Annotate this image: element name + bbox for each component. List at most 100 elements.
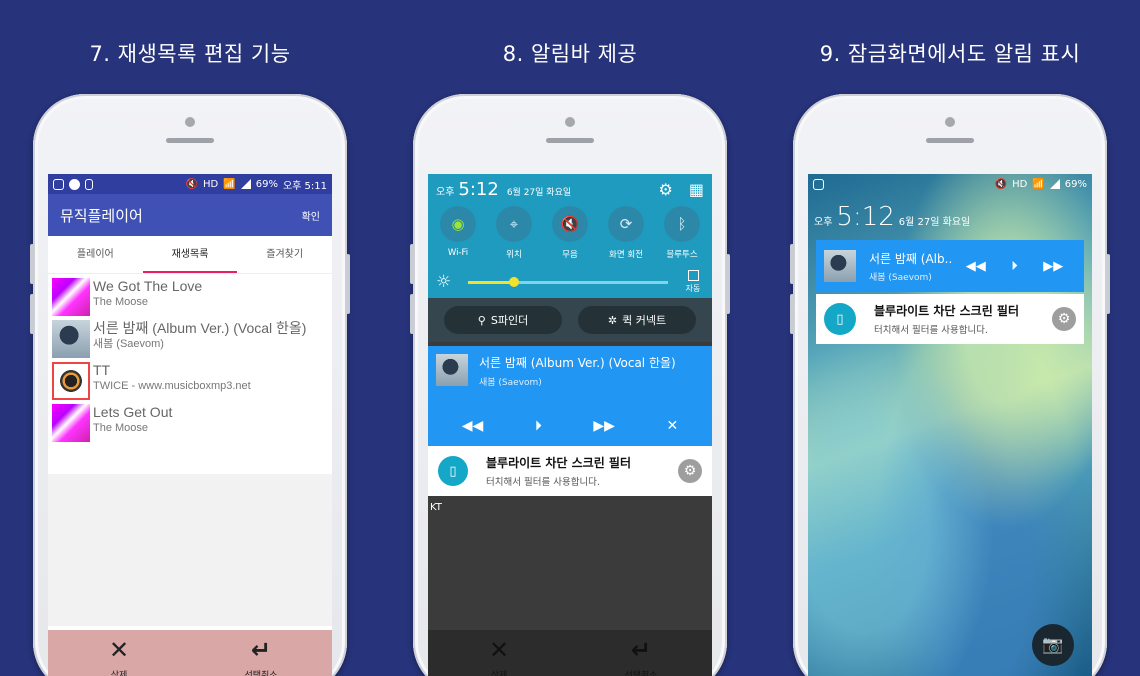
- album-art: [824, 250, 856, 282]
- album-art: [52, 320, 90, 358]
- list-item[interactable]: We Got The Love The Moose: [48, 276, 332, 318]
- toggle-label: 위치: [506, 250, 522, 260]
- battery-text: 69%: [255, 178, 278, 190]
- deselect-button[interactable]: ↵ 선택취소: [190, 630, 332, 676]
- toggle-label: 화면 회전: [609, 250, 643, 260]
- notif-title: 블루라이트 차단 스크린 필터: [486, 456, 632, 470]
- tab-player[interactable]: 플레이어: [48, 236, 143, 273]
- toggle-rotation[interactable]: ⟳ 화면 회전: [600, 206, 652, 260]
- carrier-label: KT: [430, 502, 442, 513]
- screen: 🔇 HD 📶 69% 오후 5:12 6월 27일 화요일 서른 밤째 (Alb…: [808, 174, 1092, 676]
- music-title: 서른 밤째 (Album Ver.) (Vocal 한올): [479, 356, 676, 370]
- bluetooth-icon: ᛒ: [664, 206, 700, 242]
- hd-icon: HD: [203, 178, 219, 190]
- song-artist: 새봄 (Saevom): [93, 338, 164, 350]
- delete-button[interactable]: ✕ 삭제: [48, 630, 190, 676]
- deselect-label: 선택취소: [624, 671, 658, 676]
- caption-playlist-edit: 7. 재생목록 편집 기능: [89, 42, 291, 66]
- next-icon[interactable]: ▶▶: [1043, 259, 1063, 274]
- mute-icon: 🔇: [185, 178, 199, 190]
- quick-connect-label: 퀵 커넥트: [622, 314, 667, 327]
- play-icon[interactable]: ⏵: [1011, 259, 1018, 274]
- song-title: We Got The Love: [93, 278, 203, 294]
- auto-brightness-checkbox[interactable]: 자동: [682, 270, 704, 294]
- quick-connect-icon: ✲: [607, 313, 618, 327]
- close-icon: ✕: [488, 636, 510, 664]
- g-icon: [813, 178, 824, 190]
- song-artist: The Moose: [93, 296, 149, 308]
- filter-notification[interactable]: ▯ 블루라이트 차단 스크린 필터 터치해서 필터를 사용합니다. ⚙: [816, 294, 1084, 344]
- tab-favorites[interactable]: 즐겨찾기: [237, 236, 332, 273]
- music-notification[interactable]: 서른 밤째 (Album Ver.) (Vocal 한올) 새봄 (Saevom…: [428, 346, 712, 446]
- album-art: [436, 354, 468, 386]
- date: 6월 27일 화요일: [506, 187, 572, 198]
- wifi-icon: 📶: [223, 178, 236, 190]
- delete-label: 삭제: [110, 671, 128, 676]
- list-item[interactable]: 서른 밤째 (Album Ver.) (Vocal 한올) 새봄 (Saevom…: [48, 318, 332, 360]
- quick-toggles: ◉ Wi-Fi ⌖ 위치 🔇 무음 ⟳ 화면 회전 ᛒ 블루투스: [428, 204, 712, 260]
- list-item[interactable]: TT TWICE - www.musicboxmp3.net: [48, 360, 332, 402]
- deselect-button[interactable]: ↵ 선택취소: [570, 630, 712, 676]
- toggle-bluetooth[interactable]: ᛒ 블루투스: [656, 206, 708, 260]
- wifi-icon: ◉: [440, 206, 476, 242]
- toggle-mute[interactable]: 🔇 무음: [544, 206, 596, 260]
- signal-icon: [1049, 179, 1060, 189]
- lock-clock: 오후 5:12 6월 27일 화요일: [808, 194, 1092, 232]
- close-icon[interactable]: ✕: [666, 418, 678, 434]
- settings-gear-icon[interactable]: ⚙: [1052, 307, 1076, 331]
- play-icon: [69, 178, 80, 190]
- brightness-icon: ☼: [436, 272, 452, 292]
- caption-notification-bar: 8. 알림바 제공: [502, 42, 638, 66]
- song-artist: The Moose: [93, 422, 149, 434]
- box-icon: [85, 178, 93, 190]
- wifi-icon: 📶: [1032, 178, 1045, 190]
- brightness-slider[interactable]: [468, 276, 668, 287]
- tab-playlist[interactable]: 재생목록: [142, 236, 238, 273]
- status-time: 오후 5:11: [282, 180, 327, 192]
- previous-icon[interactable]: ◀◀: [462, 418, 484, 434]
- delete-label: 삭제: [490, 671, 508, 676]
- settings-gear-icon[interactable]: ⚙: [678, 459, 702, 483]
- toggle-label: 무음: [562, 250, 578, 260]
- brightness-row: ☼ 자동: [428, 260, 712, 298]
- deselect-label: 선택취소: [244, 671, 278, 676]
- phone-notification: 오후 5:12 6월 27일 화요일 ⚙ ▦ ◉ Wi-Fi ⌖ 위치 🔇 무음…: [410, 94, 730, 676]
- ampm: 오후: [814, 217, 833, 228]
- music-artist: 새봄 (Saevom): [479, 378, 542, 388]
- confirm-button[interactable]: 확인: [302, 208, 320, 223]
- quick-connect-button[interactable]: ✲ 퀵 커넥트: [578, 306, 696, 334]
- filter-notification[interactable]: ▯ 블루라이트 차단 스크린 필터 터치해서 필터를 사용합니다. ⚙: [428, 446, 712, 496]
- notif-title: 블루라이트 차단 스크린 필터: [874, 304, 1020, 318]
- album-art: [52, 404, 90, 442]
- list-item[interactable]: Lets Get Out The Moose: [48, 402, 332, 444]
- quick-panel: 오후 5:12 6월 27일 화요일 ⚙ ▦ ◉ Wi-Fi ⌖ 위치 🔇 무음…: [428, 174, 712, 298]
- notif-subtitle: 터치해서 필터를 사용합니다.: [874, 325, 988, 336]
- grid-icon[interactable]: ▦: [689, 180, 704, 199]
- app-title: 뮤직플레이어: [60, 206, 143, 225]
- settings-gear-icon[interactable]: ⚙: [659, 180, 673, 199]
- phone-filter-icon: ▯: [438, 456, 468, 486]
- phone-lockscreen: 🔇 HD 📶 69% 오후 5:12 6월 27일 화요일 서른 밤째 (Alb…: [790, 94, 1110, 676]
- brightness-knob[interactable]: [509, 276, 519, 287]
- album-art: [52, 362, 90, 400]
- hd-icon: HD: [1012, 178, 1028, 190]
- previous-icon[interactable]: ◀◀: [966, 259, 986, 274]
- return-icon: ↵: [250, 636, 272, 664]
- s-finder-button[interactable]: ⚲ S파인더: [444, 306, 562, 334]
- phone-filter-icon: ▯: [824, 303, 856, 335]
- toggle-location[interactable]: ⌖ 위치: [488, 206, 540, 260]
- quick-panel-header: 오후 5:12 6월 27일 화요일 ⚙ ▦: [428, 174, 712, 204]
- music-notification[interactable]: 서른 밤째 (Alb.. 새봄 (Saevom) ◀◀ ⏵ ▶▶: [816, 240, 1084, 292]
- toggle-wifi[interactable]: ◉ Wi-Fi: [432, 206, 484, 260]
- ampm: 오후: [436, 186, 455, 198]
- camera-icon[interactable]: 📷: [1032, 624, 1074, 666]
- play-icon[interactable]: ⏵: [535, 418, 542, 434]
- song-title: 서른 밤째 (Album Ver.) (Vocal 한올): [93, 320, 307, 336]
- auto-label: 자동: [685, 284, 701, 293]
- album-art: [52, 278, 90, 316]
- delete-button[interactable]: ✕ 삭제: [428, 630, 570, 676]
- next-icon[interactable]: ▶▶: [593, 418, 615, 434]
- clock: 5:12: [458, 178, 499, 200]
- battery-text: 69%: [1064, 178, 1087, 190]
- status-bar: 🔇 HD 📶 69%: [808, 174, 1092, 194]
